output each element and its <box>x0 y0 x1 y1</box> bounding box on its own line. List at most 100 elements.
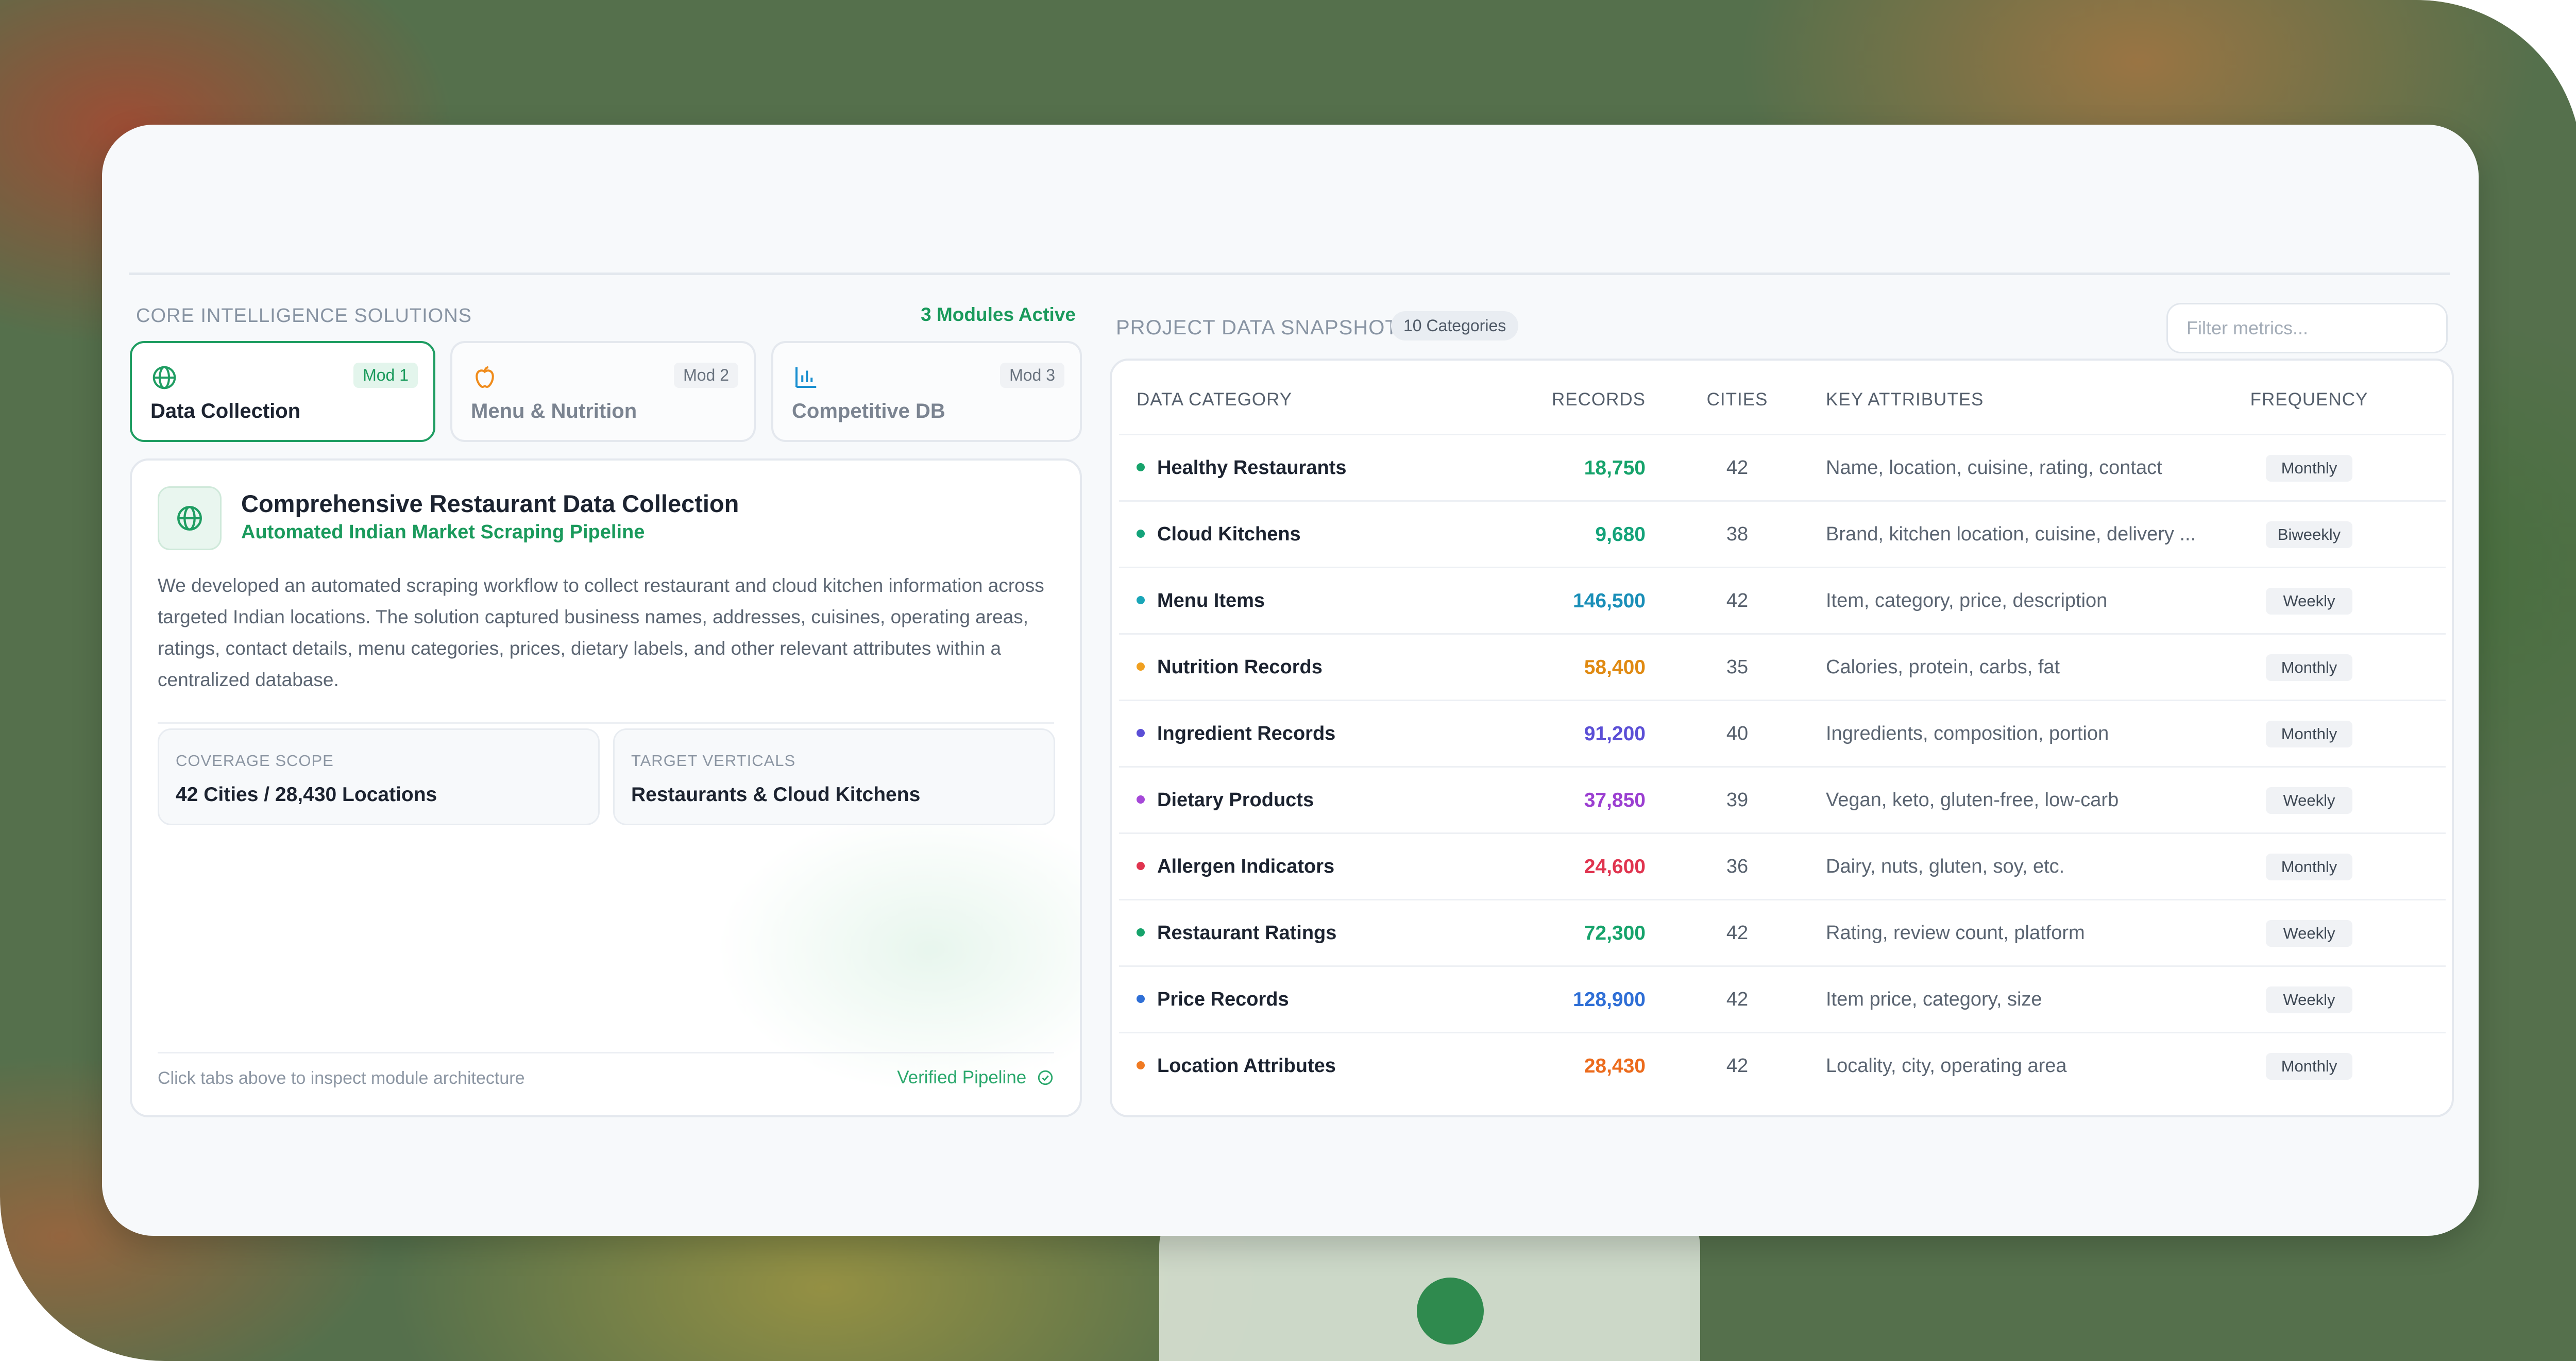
row-cities: 39 <box>1726 789 1749 811</box>
bar-chart-icon <box>792 364 820 392</box>
tab-menu-nutrition[interactable]: Mod 2 Menu & Nutrition <box>450 341 756 442</box>
table-row[interactable]: Location Attributes 28,430 42 Locality, cit… <box>1112 1033 2452 1100</box>
row-attributes: Rating, review count, platform <box>1826 922 2085 944</box>
row-cities: 35 <box>1726 656 1749 678</box>
row-cities: 40 <box>1726 723 1749 744</box>
panel-footer-divider <box>158 1052 1054 1053</box>
row-frequency-badge: Weekly <box>2266 920 2352 947</box>
table-row[interactable]: Ingredient Records 91,200 40 Ingredients, c… <box>1112 701 2452 768</box>
row-cities: 42 <box>1726 989 1749 1010</box>
tab-label: Menu & Nutrition <box>471 400 637 422</box>
panel-title: Comprehensive Restaurant Data Collection <box>241 490 739 517</box>
row-category: Restaurant Ratings <box>1157 922 1337 944</box>
categories-badge: 10 Categories <box>1391 311 1519 341</box>
module-detail-panel: Comprehensive Restaurant Data Collection… <box>130 458 1082 1117</box>
row-records: 9,680 <box>1595 523 1646 546</box>
row-attributes: Dairy, nuts, gluten, soy, etc. <box>1826 856 2065 877</box>
category-dot <box>1137 463 1145 471</box>
row-category: Ingredient Records <box>1157 723 1336 744</box>
main-card: CORE INTELLIGENCE SOLUTIONS 3 Modules Ac… <box>102 125 2479 1236</box>
column-header-attributes[interactable]: KEY ATTRIBUTES <box>1826 389 1984 410</box>
panel-divider <box>158 722 1054 724</box>
row-cities: 42 <box>1726 590 1749 611</box>
row-attributes: Ingredients, composition, portion <box>1826 723 2109 744</box>
row-attributes: Vegan, keto, gluten-free, low-carb <box>1826 789 2119 811</box>
stat-value: Restaurants & Cloud Kitchens <box>631 784 921 806</box>
filter-metrics-input[interactable] <box>2166 303 2448 353</box>
row-category: Menu Items <box>1157 590 1265 611</box>
column-header-category[interactable]: DATA CATEGORY <box>1137 389 1292 410</box>
row-frequency-badge: Monthly <box>2266 654 2352 681</box>
tab-mod-badge: Mod 3 <box>1000 363 1064 388</box>
table-row[interactable]: Price Records 128,900 42 Item price, catego… <box>1112 967 2452 1033</box>
row-records: 28,430 <box>1584 1055 1646 1077</box>
column-header-frequency[interactable]: FREQUENCY <box>2249 389 2369 410</box>
category-dot <box>1137 995 1145 1003</box>
row-category: Price Records <box>1157 989 1289 1010</box>
core-solutions-title: CORE INTELLIGENCE SOLUTIONS <box>136 305 472 327</box>
row-frequency-badge: Monthly <box>2266 721 2352 747</box>
modules-active-badge: 3 Modules Active <box>921 304 1076 325</box>
row-attributes: Locality, city, operating area <box>1826 1055 2067 1077</box>
row-cities: 36 <box>1726 856 1749 877</box>
table-row[interactable]: Cloud Kitchens 9,680 38 Brand, kitchen loca… <box>1112 502 2452 568</box>
category-dot <box>1137 795 1145 804</box>
row-frequency-badge: Biweekly <box>2266 521 2352 548</box>
globe-icon <box>158 486 222 550</box>
column-header-cities[interactable]: CITIES <box>1706 389 1768 410</box>
category-dot <box>1137 928 1145 937</box>
row-records: 37,850 <box>1584 789 1646 811</box>
row-category: Allergen Indicators <box>1157 856 1335 877</box>
row-frequency-badge: Monthly <box>2266 455 2352 482</box>
row-cities: 42 <box>1726 922 1749 944</box>
row-records: 24,600 <box>1584 856 1646 878</box>
category-dot <box>1137 530 1145 538</box>
row-attributes: Item, category, price, description <box>1826 590 2108 611</box>
row-records: 91,200 <box>1584 723 1646 745</box>
column-header-records[interactable]: RECORDS <box>1552 389 1646 410</box>
data-snapshot-title: PROJECT DATA SNAPSHOT <box>1116 316 1398 339</box>
table-row[interactable]: Allergen Indicators 24,600 36 Dairy, nuts, … <box>1112 834 2452 900</box>
table-row[interactable]: Dietary Products 37,850 39 Vegan, keto, glu… <box>1112 768 2452 834</box>
stat-label: TARGET VERTICALS <box>631 752 796 770</box>
row-attributes: Name, location, cuisine, rating, contact <box>1826 457 2162 479</box>
table-header: DATA CATEGORY RECORDS CITIES KEY ATTRIBU… <box>1112 361 2452 434</box>
row-category: Dietary Products <box>1157 789 1314 811</box>
row-cities: 38 <box>1726 523 1749 545</box>
apple-icon <box>471 364 499 392</box>
row-category: Healthy Restaurants <box>1157 457 1347 479</box>
row-category: Cloud Kitchens <box>1157 523 1301 545</box>
table-row[interactable]: Nutrition Records 58,400 35 Calories, prote… <box>1112 635 2452 701</box>
check-circle-icon <box>1031 1067 1054 1087</box>
row-frequency-badge: Weekly <box>2266 986 2352 1013</box>
tab-competitive-db[interactable]: Mod 3 Competitive DB <box>771 341 1082 442</box>
category-dot <box>1137 596 1145 604</box>
table-row[interactable]: Healthy Restaurants 18,750 42 Name, locatio… <box>1112 435 2452 502</box>
panel-description: We developed an automated scraping workf… <box>158 575 1044 690</box>
target-verticals-card: TARGET VERTICALS Restaurants & Cloud Kit… <box>613 728 1055 825</box>
row-cities: 42 <box>1726 1055 1749 1077</box>
row-attributes: Calories, protein, carbs, fat <box>1826 656 2060 678</box>
row-records: 18,750 <box>1584 457 1646 479</box>
stat-value: 42 Cities / 28,430 Locations <box>176 784 437 806</box>
stat-label: COVERAGE SCOPE <box>176 752 334 770</box>
row-attributes: Item price, category, size <box>1826 989 2042 1010</box>
table-row[interactable]: Restaurant Ratings 72,300 42 Rating, review… <box>1112 900 2452 967</box>
tab-data-collection[interactable]: Mod 1 Data Collection <box>130 341 435 442</box>
data-snapshot-table: DATA CATEGORY RECORDS CITIES KEY ATTRIBU… <box>1110 359 2454 1117</box>
table-row[interactable]: Menu Items 146,500 42 Item, category, price… <box>1112 568 2452 635</box>
tab-mod-badge: Mod 2 <box>674 363 738 388</box>
row-records: 72,300 <box>1584 922 1646 944</box>
category-dot <box>1137 662 1145 671</box>
tab-label: Competitive DB <box>792 400 945 422</box>
panel-footer-hint: Click tabs above to inspect module archi… <box>158 1068 525 1088</box>
row-frequency-badge: Monthly <box>2266 854 2352 880</box>
globe-icon <box>150 364 178 392</box>
module-tabs: Mod 1 Data Collection Mod 2 Menu & Nutri… <box>130 341 1082 444</box>
row-records: 58,400 <box>1584 656 1646 678</box>
category-dot <box>1137 862 1145 870</box>
panel-glow-decoration <box>699 795 1080 1104</box>
panel-subtitle: Automated Indian Market Scraping Pipelin… <box>241 521 645 543</box>
row-records: 146,500 <box>1573 590 1646 612</box>
category-dot <box>1137 729 1145 737</box>
